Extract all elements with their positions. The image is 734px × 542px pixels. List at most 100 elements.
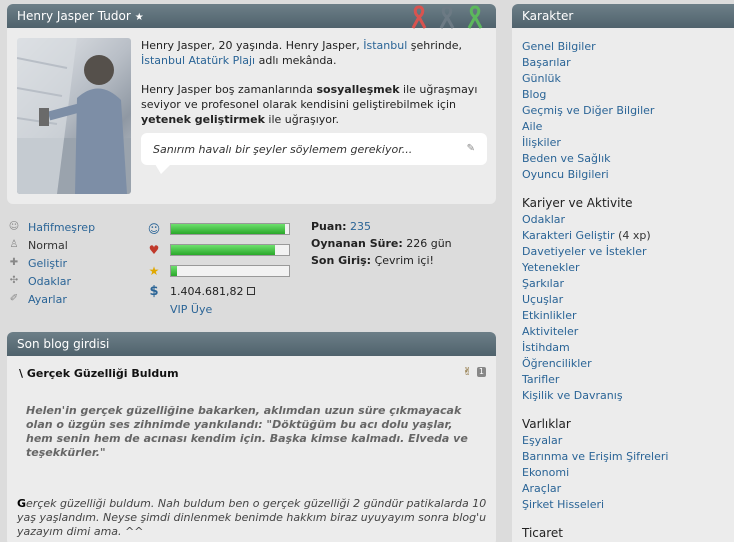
sidebar-item-ogrencilikler[interactable]: Öğrencilikler: [522, 356, 734, 372]
rock-hand-icon[interactable]: ✌: [463, 365, 475, 379]
blog-panel: Son blog girdisi \ Gerçek Güzelliği Buld…: [7, 332, 496, 542]
action-develop[interactable]: ✚ Geliştir: [8, 254, 138, 272]
score-value[interactable]: 235: [350, 220, 371, 233]
heart-icon: ♥: [148, 242, 160, 257]
sidebar-item-label[interactable]: Eşyalar: [522, 434, 562, 447]
awareness-ribbons: [410, 5, 484, 29]
action-mood[interactable]: ☺ Hafifmeşrep: [8, 218, 138, 236]
sidebar-item-label[interactable]: Karakteri Geliştir: [522, 229, 615, 242]
sidebar-item-label[interactable]: Kişilik ve Davranış: [522, 389, 623, 402]
played-value: 226 gün: [406, 237, 452, 250]
blog-quote: Helen'in gerçek güzelliğine bakarken, ak…: [26, 404, 468, 459]
place-link[interactable]: İstanbul Atatürk Plajı: [141, 54, 255, 67]
character-sidebar: Karakter Genel Bilgiler Başarılar Günlük Bl…: [512, 4, 734, 542]
login-label: Son Giriş:: [311, 254, 372, 267]
money-row: $ 1.404.681,82: [146, 281, 296, 301]
sidebar-item-sarkilar[interactable]: Şarkılar: [522, 276, 734, 292]
sidebar-item-label[interactable]: Yetenekler: [522, 261, 580, 274]
sidebar-item-label[interactable]: Etkinlikler: [522, 309, 577, 322]
grey-ribbon-icon[interactable]: [438, 5, 456, 29]
karakter-section: Genel Bilgiler Başarılar Günlük Blog Geçmiş …: [522, 39, 734, 183]
blog-reactions[interactable]: ✌ 1: [463, 365, 486, 379]
sidebar-item-label[interactable]: Şirket Hisseleri: [522, 498, 604, 511]
bio-text: şehrinde,: [410, 39, 463, 52]
sidebar-item-label[interactable]: Davetiyeler ve İstekler: [522, 245, 647, 258]
avatar[interactable]: [17, 38, 131, 194]
health-bar-row: ♥: [146, 239, 296, 260]
sidebar-item-genel-bilgiler[interactable]: Genel Bilgiler: [522, 39, 734, 55]
sidebar-item-aktiviteler[interactable]: Aktiviteler: [522, 324, 734, 340]
profile-actions: ☺ Hafifmeşrep ♙ Normal ✚ Geliştir ✣ Odaklar …: [8, 218, 138, 308]
sidebar-item-label[interactable]: Odaklar: [522, 213, 565, 226]
sidebar-item-etkinlikler[interactable]: Etkinlikler: [522, 308, 734, 324]
sidebar-item-araclar[interactable]: Araçlar: [522, 481, 734, 497]
action-focus[interactable]: ✣ Odaklar: [8, 272, 138, 290]
city-link[interactable]: İstanbul: [363, 39, 407, 52]
sidebar-item-label[interactable]: Başarılar: [522, 56, 571, 69]
vip-link[interactable]: VIP Üye: [170, 301, 296, 319]
sidebar-item-label[interactable]: Geçmiş ve Diğer Bilgiler: [522, 104, 654, 117]
red-ribbon-icon[interactable]: [410, 5, 428, 29]
sidebar-item-label[interactable]: Beden ve Sağlık: [522, 152, 611, 165]
blog-body-text: erçek güzelliği buldum. Nah buldum ben o…: [17, 497, 487, 538]
sidebar-item-label[interactable]: Ekonomi: [522, 466, 569, 479]
sidebar-item-esyalar[interactable]: Eşyalar: [522, 433, 734, 449]
sidebar-item-yetenekler[interactable]: Yetenekler: [522, 260, 734, 276]
sidebar-item-barinma-ve-erisim-sifreleri[interactable]: Barınma ve Erişim Şifreleri: [522, 449, 734, 465]
sidebar-item-label[interactable]: Barınma ve Erişim Şifreleri: [522, 450, 668, 463]
action-state: ♙ Normal: [8, 236, 138, 254]
sidebar-item-kisilik-ve-davranis[interactable]: Kişilik ve Davranış: [522, 388, 734, 404]
sidebar-item-ekonomi[interactable]: Ekonomi: [522, 465, 734, 481]
blog-header: Son blog girdisi: [7, 332, 496, 356]
sidebar-item-iliskiler[interactable]: İlişkiler: [522, 135, 734, 151]
action-label[interactable]: Hafifmeşrep: [28, 221, 95, 234]
blog-post-title[interactable]: \ Gerçek Güzelliği Buldum: [19, 367, 179, 380]
login-value: Çevrim içi!: [374, 254, 434, 267]
action-label[interactable]: Geliştir: [28, 257, 67, 270]
bio-text: Henry Jasper, 20 yaşında. Henry Jasper,: [141, 39, 360, 52]
bio-text: ile uğraşıyor.: [268, 113, 340, 126]
profile-info: Puan: 235 Oynanan Süre: 226 gün Son Giri…: [311, 218, 491, 269]
action-label[interactable]: Ayarlar: [28, 293, 67, 306]
sidebar-item-label[interactable]: Günlük: [522, 72, 561, 85]
profile-header: Henry Jasper Tudor ★: [7, 4, 496, 29]
sidebar-item-ucuslar[interactable]: Uçuşlar: [522, 292, 734, 308]
smiley-icon: ☺: [147, 221, 161, 236]
action-settings[interactable]: ✐ Ayarlar: [8, 290, 138, 308]
sidebar-item-label[interactable]: Genel Bilgiler: [522, 40, 596, 53]
sidebar-item-label[interactable]: Oyuncu Bilgileri: [522, 168, 609, 181]
action-label[interactable]: Odaklar: [28, 275, 71, 288]
sidebar-item-karakteri-gelistir[interactable]: Karakteri Geliştir (4 xp): [522, 228, 734, 244]
green-ribbon-icon[interactable]: [466, 5, 484, 29]
career-focus-text: yetenek geliştirmek: [141, 113, 265, 126]
sidebar-item-sirket-hisseleri[interactable]: Şirket Hisseleri: [522, 497, 734, 513]
sidebar-item-label[interactable]: Tarifler: [522, 373, 559, 386]
mood-bar: [170, 222, 290, 235]
star-icon: ★: [134, 12, 144, 23]
edit-quote-icon[interactable]: ✎: [467, 143, 475, 154]
sidebar-item-label[interactable]: İlişkiler: [522, 136, 561, 149]
sidebar-item-basarilar[interactable]: Başarılar: [522, 55, 734, 71]
sidebar-item-gecmis-ve-diger-bilgiler[interactable]: Geçmiş ve Diğer Bilgiler: [522, 103, 734, 119]
sidebar-item-label[interactable]: Blog: [522, 88, 546, 101]
sidebar-item-odaklar[interactable]: Odaklar: [522, 212, 734, 228]
sidebar-item-beden-ve-saglik[interactable]: Beden ve Sağlık: [522, 151, 734, 167]
sidebar-item-label[interactable]: Aile: [522, 120, 542, 133]
sidebar-item-gunluk[interactable]: Günlük: [522, 71, 734, 87]
sidebar-item-label[interactable]: Uçuşlar: [522, 293, 563, 306]
blog-body: Gerçek güzelliği buldum. Nah buldum ben …: [17, 497, 487, 539]
sidebar-item-davetiyeler-ve-istekler[interactable]: Davetiyeler ve İstekler: [522, 244, 734, 260]
sidebar-item-tarifler[interactable]: Tarifler: [522, 372, 734, 388]
star-bar-row: ★: [146, 260, 296, 281]
sidebar-item-istihdam[interactable]: İstihdam: [522, 340, 734, 356]
sidebar-item-label[interactable]: Şarkılar: [522, 277, 564, 290]
sidebar-item-label[interactable]: Öğrencilikler: [522, 357, 592, 370]
sidebar-item-oyuncu-bilgileri[interactable]: Oyuncu Bilgileri: [522, 167, 734, 183]
sidebar-item-blog[interactable]: Blog: [522, 87, 734, 103]
sidebar-item-label[interactable]: İstihdam: [522, 341, 570, 354]
sidebar-item-aile[interactable]: Aile: [522, 119, 734, 135]
sidebar-item-label[interactable]: Aktiviteler: [522, 325, 578, 338]
health-bar-fill: [171, 244, 275, 255]
sidebar-item-label[interactable]: Araçlar: [522, 482, 561, 495]
blog-header-title: Son blog girdisi: [17, 337, 110, 351]
